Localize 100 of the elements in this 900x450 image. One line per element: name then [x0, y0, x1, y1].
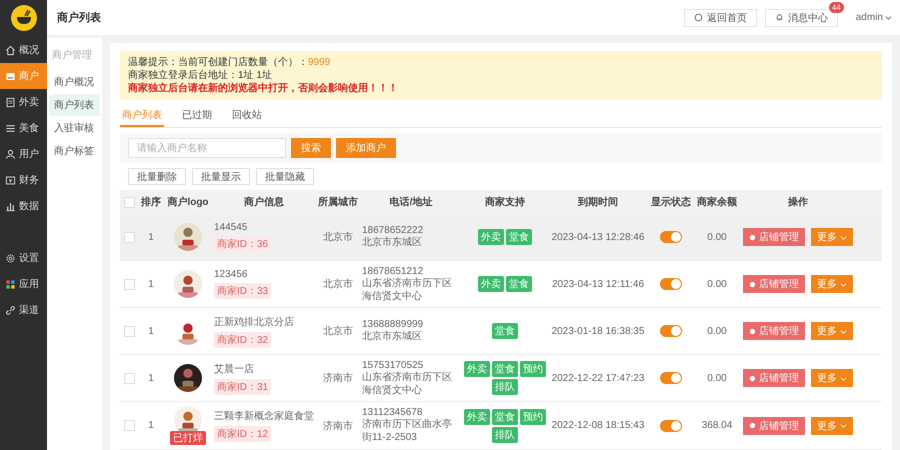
user-menu[interactable]: admin: [856, 12, 892, 23]
caret-icon: [885, 14, 892, 21]
batch-button[interactable]: 批量隐藏: [256, 168, 314, 185]
row-checkbox[interactable]: [124, 278, 134, 290]
table-cell-text: 济南市: [323, 420, 353, 432]
nav-item[interactable]: 设置: [0, 245, 47, 271]
table-cell-text: 济南市: [323, 372, 353, 385]
table-cell: 0.00: [707, 232, 727, 242]
messages-button[interactable]: 消息中心: [764, 8, 838, 26]
phone-number: 13112345678: [362, 407, 422, 418]
merchant-name: 144545: [214, 222, 248, 233]
row-checkbox[interactable]: [124, 232, 134, 242]
bowl-logo-icon: [10, 5, 36, 31]
closed-badge: 已打烊: [170, 431, 206, 445]
support-tag: 外卖: [464, 361, 490, 377]
nav-item[interactable]: 用户: [0, 141, 47, 167]
column-header: 排序: [141, 195, 161, 209]
column-header: 到期时间: [578, 196, 618, 209]
table-cell: 0.00: [707, 326, 727, 336]
support-tag: 排队: [492, 379, 518, 395]
display-toggle[interactable]: [660, 231, 682, 243]
support-tag: 堂食: [492, 361, 518, 377]
table-cell: 1: [148, 232, 154, 242]
table-cell: 2023-04-13 12:11:46: [552, 278, 644, 290]
table-cell-text: 北京市: [323, 278, 353, 291]
select-all-checkbox[interactable]: [124, 196, 134, 208]
caret-icon: [840, 328, 847, 334]
column-header: 显示状态: [651, 196, 691, 209]
display-toggle[interactable]: [660, 372, 682, 384]
support-tag: 堂食: [492, 408, 518, 424]
tab[interactable]: 回收站: [230, 105, 264, 127]
merchant-name: 艾晨一店: [214, 362, 254, 376]
merchant-id-tag: 商家ID：33: [214, 283, 272, 299]
nav-item[interactable]: 财务: [0, 167, 47, 193]
table-cell: 368.04: [702, 420, 732, 431]
column-header: 商户信息: [244, 195, 284, 209]
search-field[interactable]: 请输入商户名称: [128, 138, 286, 158]
subnav-item[interactable]: 商户列表: [49, 94, 100, 116]
merchant-name: 123456: [214, 269, 248, 280]
nav-item[interactable]: 美食: [0, 115, 47, 141]
subnav-item[interactable]: 入驻审核: [49, 117, 100, 139]
tab[interactable]: 已过期: [180, 105, 214, 127]
document-icon: [5, 96, 16, 108]
merchant-name: 正新鸡排北京分店: [214, 316, 294, 328]
column-header: 商家余额: [697, 195, 737, 209]
table-cell: 2022-12-08 18:15:43: [552, 420, 644, 431]
batch-button[interactable]: 批量显示: [192, 168, 250, 185]
notice-text: 商家独立后台请在新的浏览器中打开，否则会影响使用！！！: [128, 82, 399, 95]
table-cell: 0.00: [707, 372, 727, 384]
batch-button[interactable]: 批量删除: [128, 168, 186, 185]
address: 山东省济南市历下区海信贤文中心: [362, 276, 453, 302]
caret-icon: [840, 234, 847, 240]
address: 济南市历下区曲水亭街11-2-2503: [362, 418, 453, 444]
nav-item[interactable]: 外卖: [0, 89, 47, 115]
table-cell-text: 北京市: [323, 230, 353, 244]
display-toggle[interactable]: [660, 325, 682, 337]
table-cell: 1: [148, 278, 154, 290]
address: 北京市东城区: [362, 330, 422, 343]
subnav-item[interactable]: 商户标签: [49, 140, 100, 162]
table-cell: 2023-04-13 12:28:46: [552, 232, 644, 242]
address: 山东省济南市历下区海信贤文中心: [362, 370, 453, 396]
wallet-icon: [5, 174, 16, 186]
display-toggle[interactable]: [660, 420, 682, 432]
table-cell: 2023-01-18 16:38:35: [552, 326, 644, 336]
settings-icon: [5, 252, 16, 264]
support-tag: 预约: [520, 361, 546, 377]
table-cell: 1: [148, 420, 154, 431]
caret-icon: [840, 374, 847, 382]
nav-item[interactable]: 渠道: [0, 297, 47, 323]
phone-number: 15753170525: [362, 360, 424, 370]
notice-text: 商家独立登录后台地址：1址 1址: [128, 69, 273, 82]
bar-chart-icon: [5, 200, 16, 212]
nav-item[interactable]: 概况: [0, 37, 47, 63]
row-checkbox[interactable]: [124, 420, 134, 431]
display-toggle[interactable]: [660, 278, 682, 290]
support-tag: 排队: [492, 426, 518, 442]
subnav-item[interactable]: 商户概况: [49, 71, 100, 93]
nav-item[interactable]: 应用: [0, 271, 47, 297]
nav-item[interactable]: 数据: [0, 193, 47, 219]
row-checkbox[interactable]: [124, 326, 134, 336]
message-count-badge: 44: [828, 2, 844, 12]
merchant-id-tag: 商家ID：12: [214, 426, 272, 442]
row-checkbox[interactable]: [124, 372, 134, 384]
caret-icon: [840, 280, 847, 288]
column-header: 所属城市: [318, 195, 358, 209]
link-icon: [5, 304, 16, 316]
merchant-id-tag: 商家ID：32: [214, 332, 272, 348]
support-tag: 堂食: [506, 276, 532, 292]
column-header: 商户logo: [167, 195, 209, 209]
table-cell: 1: [148, 326, 154, 336]
table-cell: 1: [148, 372, 154, 384]
support-tag: 外卖: [478, 276, 504, 292]
support-tag: 堂食: [492, 323, 518, 339]
table-cell-text: 北京市: [323, 324, 353, 338]
list-icon: [5, 122, 16, 134]
subnav-heading: 商户管理: [51, 48, 93, 63]
phone-number: 18678652222: [362, 225, 424, 236]
column-header: 操作: [788, 196, 808, 209]
home-button[interactable]: 返回首页: [684, 8, 757, 26]
bell-icon: [774, 13, 784, 22]
